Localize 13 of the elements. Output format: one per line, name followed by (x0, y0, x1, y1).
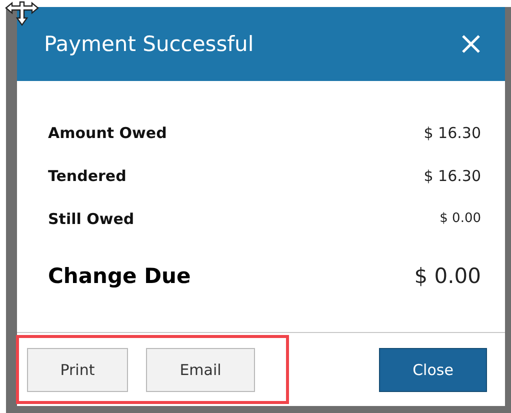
amount-value: $ 16.30 (424, 124, 481, 142)
footer-button[interactable]: Print (27, 348, 128, 392)
amount-value: $ 16.30 (424, 166, 481, 184)
amount-value: $ 0.00 (414, 264, 481, 288)
footer-button[interactable]: Email (146, 348, 255, 392)
amount-value: $ 0.00 (440, 211, 481, 226)
close-button[interactable]: Close (379, 348, 487, 392)
amount-label: Amount Owed (48, 124, 167, 142)
amount-label: Still Owed (48, 210, 134, 228)
amount-label: Tendered (48, 166, 126, 184)
amount-label: Change Due (48, 264, 191, 288)
dialog-title: Payment Successful (44, 32, 254, 56)
close-icon[interactable] (461, 34, 481, 54)
